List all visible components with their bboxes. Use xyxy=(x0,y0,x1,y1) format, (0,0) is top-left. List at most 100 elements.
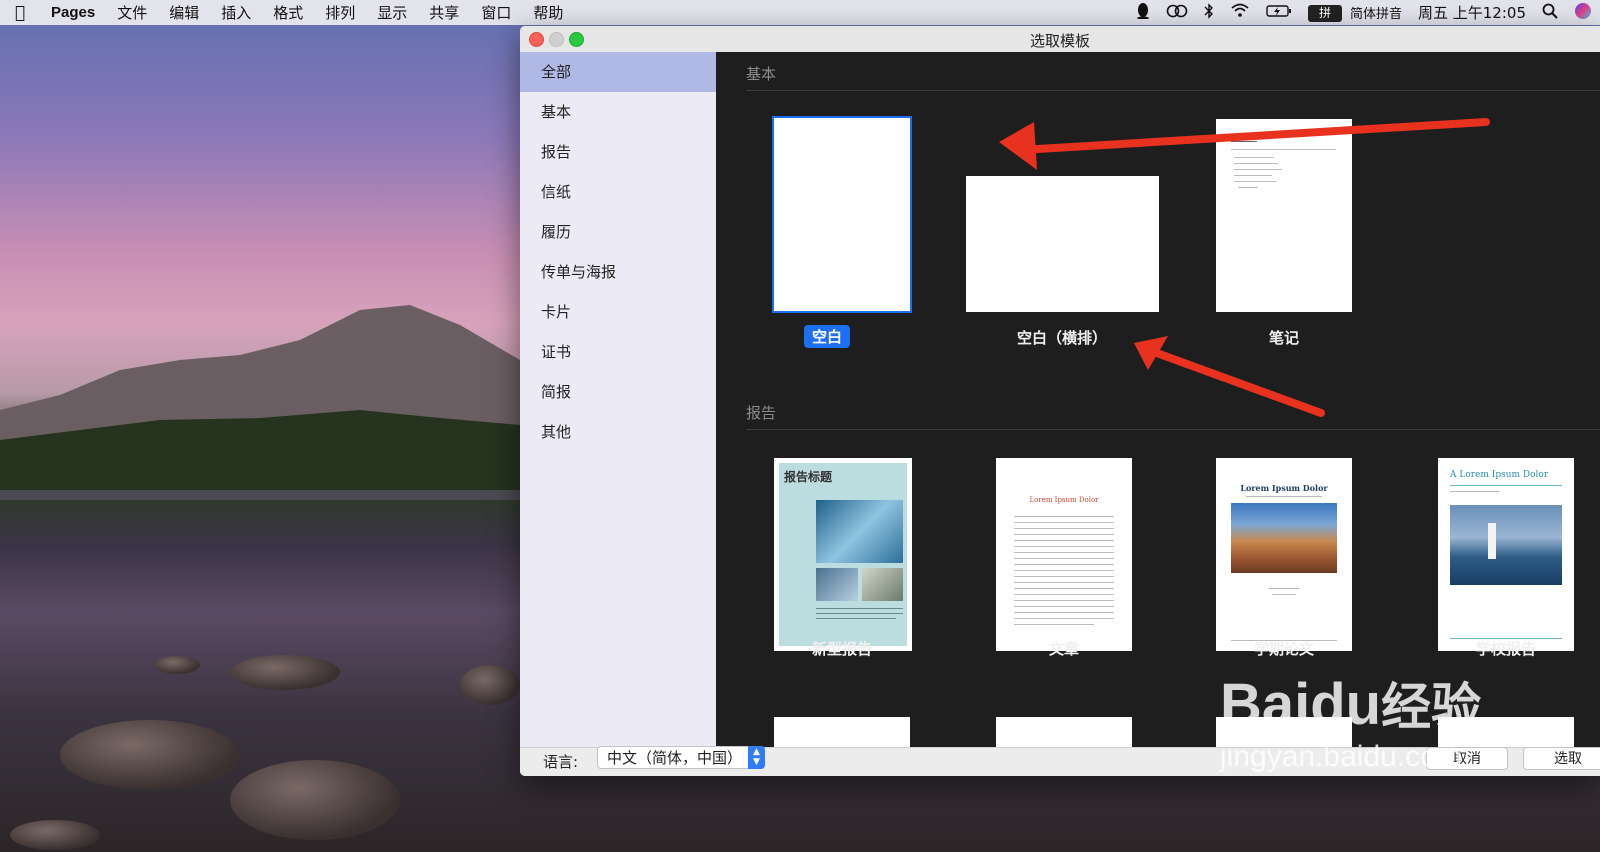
watermark-logo: Baidu经验 xyxy=(1220,672,1482,737)
template-essay-label[interactable]: 文章 xyxy=(964,638,1164,659)
lighthouse-photo xyxy=(1450,505,1562,585)
thumbnail-line xyxy=(1014,606,1114,607)
sidebar-item-flyers-posters[interactable]: 传单与海报 xyxy=(520,252,716,292)
template-term-paper[interactable]: Lorem Ipsum Dolor xyxy=(1216,458,1352,651)
template-school-report-label[interactable]: 学校报告 xyxy=(1406,638,1600,659)
menu-arrange[interactable]: 排列 xyxy=(314,2,366,23)
qq-penguin-icon[interactable] xyxy=(1128,2,1158,23)
thumbnail-line xyxy=(1450,491,1500,492)
template-thumbnail-partial[interactable] xyxy=(774,717,910,747)
thumbnail-line xyxy=(1014,594,1114,595)
thumbnail-line xyxy=(1014,516,1114,517)
template-chooser-window: 选取模板 全部 基本 报告 信纸 履历 传单与海报 卡片 证书 简报 其他 基本… xyxy=(520,26,1600,776)
lighthouse-icon xyxy=(1488,523,1496,559)
template-modern-report-label[interactable]: 新型报告 xyxy=(742,638,942,659)
menu-format[interactable]: 格式 xyxy=(262,2,314,23)
input-method-icon[interactable]: 拼 xyxy=(1300,3,1350,22)
popup-stepper-icon: ▲ ▼ xyxy=(748,746,765,769)
watermark-url: jingyan.baidu.com xyxy=(1220,740,1462,773)
canyon-photo xyxy=(1231,503,1337,573)
category-sidebar: 全部 基本 报告 信纸 履历 传单与海报 卡片 证书 简报 其他 xyxy=(520,52,716,747)
template-school-report[interactable]: A Lorem Ipsum Dolor xyxy=(1438,458,1574,651)
thumbnail-line xyxy=(1014,540,1114,541)
rock xyxy=(10,820,100,850)
menu-view[interactable]: 显示 xyxy=(366,2,418,23)
sidebar-item-miscellaneous[interactable]: 其他 xyxy=(520,412,716,452)
report-photo xyxy=(816,500,903,563)
sidebar-item-stationery[interactable]: 信纸 xyxy=(520,172,716,212)
title-bar: 选取模板 xyxy=(520,26,1600,53)
sidebar-item-all[interactable]: 全部 xyxy=(520,52,716,92)
menu-clock[interactable]: 周五 上午12:05 xyxy=(1410,2,1534,23)
spotlight-search-icon[interactable] xyxy=(1534,3,1566,23)
thumbnail-line xyxy=(816,608,903,609)
menu-window[interactable]: 窗口 xyxy=(470,2,522,23)
language-select[interactable]: 中文（简体，中国） ▲ ▼ xyxy=(597,746,765,769)
baidu-jingyan-watermark: Baidu经验 jingyan.baidu.com xyxy=(1220,675,1481,777)
thumbnail-line xyxy=(1014,522,1114,523)
report-photo xyxy=(816,568,858,601)
section-divider xyxy=(746,429,1600,430)
thumbnail-line xyxy=(1014,624,1094,625)
language-select-value: 中文（简体，中国） xyxy=(607,749,743,767)
battery-icon[interactable] xyxy=(1258,4,1300,22)
thumbnail-line xyxy=(1246,496,1322,497)
window-title: 选取模板 xyxy=(1029,32,1090,50)
thumbnail-line xyxy=(1014,546,1114,547)
menu-edit[interactable]: 编辑 xyxy=(158,2,210,23)
thumbnail-line xyxy=(1268,588,1300,589)
creative-cloud-icon[interactable] xyxy=(1158,3,1196,23)
rock xyxy=(460,665,520,705)
thumbnail-line xyxy=(1450,485,1562,486)
report-photo xyxy=(862,568,903,601)
template-modern-report[interactable]: 报告标题 xyxy=(774,458,912,651)
rock xyxy=(230,655,340,690)
menu-bar:  Pages 文件 编辑 插入 格式 排列 显示 共享 窗口 帮助 拼 简体拼… xyxy=(0,0,1600,25)
input-method-label[interactable]: 简体拼音 xyxy=(1350,3,1410,22)
thumbnail-line xyxy=(1014,576,1114,577)
thumbnail-line xyxy=(1014,618,1114,619)
sidebar-item-cards[interactable]: 卡片 xyxy=(520,292,716,332)
red-arrow-bottom xyxy=(1134,336,1325,417)
term-paper-title: Lorem Ipsum Dolor xyxy=(1240,483,1328,493)
template-gallery: 基本 空白 空白（横排） 笔记 报告 报告标题 新型报告 Lorem Ipsum… xyxy=(716,52,1600,747)
rock xyxy=(155,656,200,674)
sidebar-item-basic[interactable]: 基本 xyxy=(520,92,716,132)
menu-app-name[interactable]: Pages xyxy=(40,4,106,21)
bluetooth-icon[interactable] xyxy=(1196,2,1222,23)
thumbnail-line xyxy=(816,618,896,619)
thumbnail-line xyxy=(1014,588,1114,589)
menu-share[interactable]: 共享 xyxy=(418,2,470,23)
report-cover-title: 报告标题 xyxy=(784,470,833,484)
template-term-paper-label[interactable]: 学期论文 xyxy=(1184,638,1384,659)
thumbnail-line xyxy=(1014,612,1114,613)
thumbnail-line xyxy=(1014,564,1114,565)
annotation-arrows xyxy=(999,118,1490,417)
rock xyxy=(60,720,240,790)
menu-help[interactable]: 帮助 xyxy=(522,2,574,23)
sidebar-item-resumes[interactable]: 履历 xyxy=(520,212,716,252)
thumbnail-line xyxy=(1014,582,1114,583)
thumbnail-line xyxy=(1014,600,1114,601)
wifi-icon[interactable] xyxy=(1222,3,1258,22)
template-essay[interactable]: Lorem Ipsum Dolor xyxy=(996,458,1132,651)
essay-title: Lorem Ipsum Dolor xyxy=(1029,496,1099,504)
thumbnail-line xyxy=(1272,594,1296,595)
sidebar-item-newsletters[interactable]: 简报 xyxy=(520,372,716,412)
template-thumbnail-partial[interactable] xyxy=(996,717,1132,747)
siri-icon[interactable] xyxy=(1566,2,1600,24)
red-arrow-top xyxy=(999,118,1490,170)
thumbnail-line xyxy=(1014,528,1114,529)
language-label: 语言: xyxy=(543,753,579,771)
apple-icon[interactable]:  xyxy=(0,3,40,23)
section-title-reports: 报告 xyxy=(746,404,777,422)
menu-file[interactable]: 文件 xyxy=(106,2,158,23)
sidebar-item-certificates[interactable]: 证书 xyxy=(520,332,716,372)
thumbnail-line xyxy=(1014,558,1114,559)
school-report-title: A Lorem Ipsum Dolor xyxy=(1450,470,1549,480)
choose-button[interactable]: 选取 xyxy=(1523,747,1600,770)
menu-insert[interactable]: 插入 xyxy=(210,2,262,23)
sidebar-item-reports[interactable]: 报告 xyxy=(520,132,716,172)
rock xyxy=(230,760,400,840)
menu-extras: 拼 简体拼音 周五 上午12:05 xyxy=(1128,0,1600,25)
